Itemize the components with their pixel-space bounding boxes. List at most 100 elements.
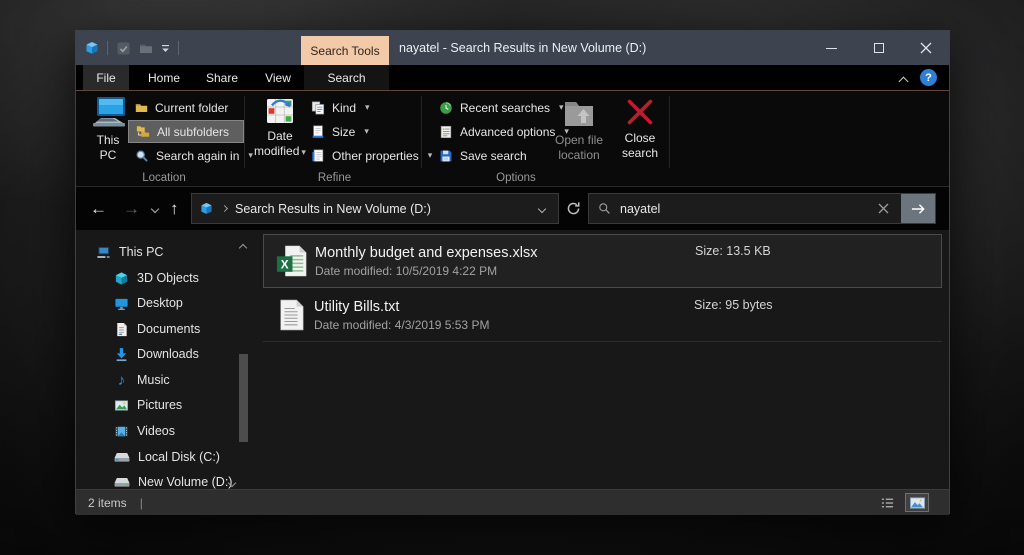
all-subfolders-icon xyxy=(136,125,150,138)
search-again-in-button[interactable]: Search again in ▾ xyxy=(128,144,253,167)
file-row-text[interactable]: Utility Bills.txt Date modified: 4/3/201… xyxy=(263,289,942,342)
close-search-button[interactable]: Close search xyxy=(614,95,666,161)
sidebar-item-new-volume-d[interactable]: New Volume (D:) xyxy=(114,470,232,494)
file-size: Size: 95 bytes xyxy=(694,298,773,312)
excel-file-icon: X xyxy=(273,244,311,278)
tab-search[interactable]: Search xyxy=(304,65,389,90)
ribbon-tab-bar: File Home Share View Search ? xyxy=(76,65,949,91)
this-pc-button[interactable]: This PC xyxy=(86,95,130,163)
open-file-location-button[interactable]: Open file location xyxy=(548,95,610,163)
all-subfolders-button[interactable]: All subfolders xyxy=(128,120,244,143)
sidebar-item-music[interactable]: ♪ Music xyxy=(114,368,170,392)
close-button[interactable] xyxy=(902,31,949,65)
desktop-icon xyxy=(114,296,129,311)
ribbon: This PC Current folder All subfolders Se… xyxy=(76,91,949,187)
explorer-cube-icon[interactable] xyxy=(85,41,99,55)
group-label-location: Location xyxy=(142,172,186,184)
status-divider: | xyxy=(139,495,143,510)
refresh-button[interactable] xyxy=(566,187,581,230)
tab-home[interactable]: Home xyxy=(138,65,190,90)
drive-icon xyxy=(114,451,130,464)
size-button[interactable]: Size ▾ xyxy=(304,120,419,143)
group-label-refine: Refine xyxy=(317,172,352,184)
group-separator xyxy=(669,96,670,168)
explorer-window: Search Tools nayatel - Search Results in… xyxy=(75,30,950,515)
address-dropdown-icon[interactable] xyxy=(537,204,547,213)
file-size: Size: 13.5 KB xyxy=(695,244,771,258)
advanced-options-button[interactable]: Advanced options ▾ xyxy=(432,120,569,143)
maximize-button[interactable] xyxy=(855,31,902,65)
breadcrumb-path[interactable]: Search Results in New Volume (D:) xyxy=(235,202,539,216)
window-controls xyxy=(808,31,949,65)
pc-icon xyxy=(96,245,111,260)
current-folder-button[interactable]: Current folder xyxy=(128,96,244,119)
file-date-modified: Date modified: 10/5/2019 4:22 PM xyxy=(315,263,498,278)
search-tools-label: Search Tools xyxy=(310,43,380,58)
sidebar-item-local-disk-c[interactable]: Local Disk (C:) xyxy=(114,445,220,469)
main-content: This PC 3D Objects Desktop Documents Dow… xyxy=(76,230,949,489)
help-button[interactable]: ? xyxy=(920,69,937,86)
group-separator xyxy=(421,96,422,168)
date-modified-icon xyxy=(265,96,295,126)
sidebar-item-downloads[interactable]: Downloads xyxy=(114,342,199,366)
clear-search-icon[interactable] xyxy=(878,203,889,214)
videos-icon xyxy=(114,424,129,439)
help-icon: ? xyxy=(925,71,932,84)
back-icon: ← xyxy=(90,198,107,218)
group-label-options: Options xyxy=(496,172,536,184)
this-pc-icon xyxy=(89,96,127,130)
music-note-icon: ♪ xyxy=(117,371,126,389)
tab-file[interactable]: File xyxy=(83,65,129,90)
search-again-icon xyxy=(135,149,149,163)
search-tools-contextual-tab[interactable]: Search Tools xyxy=(301,36,389,65)
recent-locations-button[interactable] xyxy=(150,187,160,230)
kind-button[interactable]: Kind ▾ xyxy=(304,96,419,119)
sidebar-item-documents[interactable]: Documents xyxy=(114,317,200,341)
sidebar-scroll-down[interactable] xyxy=(227,473,237,491)
sidebar-item-desktop[interactable]: Desktop xyxy=(114,291,183,315)
documents-icon xyxy=(114,322,129,337)
search-input[interactable] xyxy=(620,201,878,216)
address-bar-row: ← → ↑ Search Results in New Volume (D:) xyxy=(76,187,949,230)
tab-share[interactable]: Share xyxy=(196,65,248,90)
tab-view[interactable]: View xyxy=(254,65,302,90)
date-modified-button[interactable]: Date modified ▾ xyxy=(252,95,308,159)
details-view-button[interactable] xyxy=(875,493,899,512)
back-button[interactable]: ← xyxy=(90,187,107,230)
collapse-ribbon-button[interactable] xyxy=(898,72,909,90)
chevron-up-icon xyxy=(238,243,248,253)
file-row-excel[interactable]: X Monthly budget and expenses.xlsx Date … xyxy=(263,234,942,288)
current-folder-icon xyxy=(135,101,148,114)
customize-toolbar-icon[interactable] xyxy=(161,44,170,53)
svg-text:X: X xyxy=(281,259,289,272)
other-properties-button[interactable]: Other properties ▾ xyxy=(304,144,432,167)
chevron-down-icon: ▾ xyxy=(364,126,369,136)
sidebar-item-videos[interactable]: Videos xyxy=(114,419,175,443)
properties-check-icon[interactable] xyxy=(116,41,131,56)
search-icon xyxy=(598,202,611,215)
save-search-button[interactable]: Save search xyxy=(432,144,550,167)
minimize-icon xyxy=(826,47,837,49)
search-go-button[interactable] xyxy=(901,194,935,223)
forward-button[interactable]: → xyxy=(123,187,140,230)
location-cube-icon xyxy=(200,202,213,215)
minimize-button[interactable] xyxy=(808,31,855,65)
close-icon xyxy=(920,42,931,54)
new-folder-icon[interactable] xyxy=(139,42,153,55)
sidebar-item-pictures[interactable]: Pictures xyxy=(114,393,182,417)
up-button[interactable]: ↑ xyxy=(170,187,179,230)
open-file-location-icon xyxy=(561,96,597,130)
details-view-icon xyxy=(881,498,893,507)
sidebar-item-3d-objects[interactable]: 3D Objects xyxy=(114,266,199,290)
sidebar-scrollbar-thumb[interactable] xyxy=(239,354,248,442)
recent-searches-button[interactable]: Recent searches ▾ xyxy=(432,96,564,119)
recent-searches-icon xyxy=(439,101,453,115)
kind-icon xyxy=(311,101,325,115)
address-box[interactable]: Search Results in New Volume (D:) xyxy=(191,193,559,224)
file-name: Monthly budget and expenses.xlsx xyxy=(315,244,538,261)
items-count: 2 items xyxy=(88,495,127,510)
sidebar-scroll-up[interactable] xyxy=(238,238,248,256)
thumbnails-view-button[interactable] xyxy=(905,493,929,512)
sidebar-item-this-pc[interactable]: This PC xyxy=(96,240,163,264)
close-search-icon xyxy=(625,96,655,128)
